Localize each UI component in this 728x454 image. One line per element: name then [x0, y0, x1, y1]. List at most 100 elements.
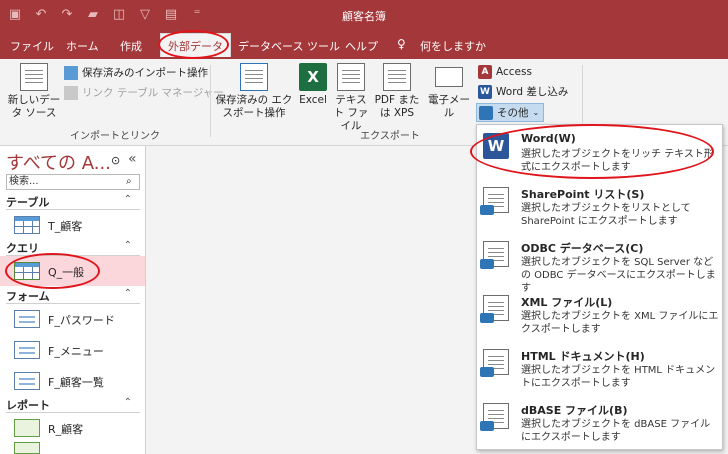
form-icon: [14, 372, 40, 390]
email-export-button[interactable]: 電子メール: [424, 63, 474, 120]
export-group-label: エクスポート: [360, 131, 420, 142]
form-icon: [14, 310, 40, 328]
navigation-pane: すべての A... ⊙ « 検索... ⌕ テーブル ⌃ T_顧客 クエリ ⌃ …: [0, 146, 146, 454]
chevron-down-icon: ⌄: [532, 108, 540, 117]
new-data-source-button[interactable]: 新しいデータ ソース: [6, 63, 62, 120]
lightbulb-icon: ♀: [397, 37, 406, 51]
menu-item-dbase[interactable]: dBASE ファイル(B) 選択したオブジェクトを dBASE ファイルにエクス…: [477, 397, 722, 449]
word-merge-label: Word 差し込み: [496, 86, 569, 98]
tab-help[interactable]: ヘルプ: [345, 38, 378, 54]
access-icon: A: [478, 65, 492, 79]
nav-item-r-customer[interactable]: R_顧客: [0, 413, 145, 443]
menu-item-description: 選択したオブジェクトを dBASE ファイルにエクスポートします: [521, 419, 711, 443]
nav-menu-icon[interactable]: ⊙: [111, 154, 120, 167]
menu-item-title: dBASE ファイル(B): [521, 404, 628, 417]
title-bar: ▣ ↶ ↷ ▰ ◫ ▽ ▤ ⁼ 顧客名簿: [0, 0, 728, 31]
report-icon: [14, 419, 40, 437]
ribbon-tab-bar: ファイル ホーム 作成 外部データ データベース ツール ヘルプ ♀ 何をします…: [0, 31, 728, 59]
email-icon: [435, 67, 463, 87]
linked-table-manager-label: リンク テーブル マネージャー: [82, 87, 224, 99]
window-title: 顧客名簿: [342, 10, 386, 23]
saved-imports-button[interactable]: 保存済みのインポート操作: [64, 65, 208, 80]
nav-item-label: F_顧客一覧: [48, 376, 104, 389]
form-icon: [14, 341, 40, 359]
access-label: Access: [496, 66, 532, 78]
access-export-button[interactable]: A Access: [478, 65, 532, 79]
search-icon[interactable]: ⌕: [126, 176, 132, 187]
more-export-label: その他: [497, 107, 529, 119]
nav-item-f-customer-list[interactable]: F_顧客一覧: [0, 366, 145, 396]
email-label: 電子メール: [428, 94, 470, 119]
odbc-database-icon: [480, 241, 509, 269]
table-icon: [14, 216, 40, 234]
import-group-label: インポートとリンク: [70, 131, 160, 142]
sharepoint-list-icon: [480, 187, 509, 215]
tab-create[interactable]: 作成: [120, 38, 142, 54]
menu-item-description: 選択したオブジェクトをリストとして SharePoint にエクスポートします: [521, 203, 691, 227]
linked-table-manager-icon: [64, 85, 78, 100]
new-data-source-label: 新しいデータ ソース: [7, 94, 61, 119]
nav-item-f-password[interactable]: F_パスワード: [0, 304, 145, 334]
html-document-icon: [480, 349, 509, 377]
pdf-icon: [383, 63, 411, 91]
menu-item-xml[interactable]: XML ファイル(L) 選択したオブジェクトを XML ファイルにエクスポートし…: [477, 289, 722, 341]
word-merge-button[interactable]: W Word 差し込み: [478, 84, 568, 99]
menu-item-title: HTML ドキュメント(H): [521, 350, 645, 363]
pdf-xps-label: PDF または XPS: [374, 94, 420, 119]
nav-item-f-menu[interactable]: F_メニュー: [0, 335, 145, 365]
nav-item-partial[interactable]: [0, 442, 145, 454]
nav-item-label: F_メニュー: [48, 345, 104, 358]
nav-group-reports[interactable]: レポート ⌃: [6, 397, 140, 413]
report-icon: [14, 442, 40, 454]
nav-group-label: クエリ: [6, 242, 39, 255]
nav-group-tables[interactable]: テーブル ⌃: [6, 194, 140, 210]
more-export-button[interactable]: その他 ⌄: [476, 103, 545, 122]
nav-pane-title[interactable]: すべての A...: [6, 149, 111, 175]
nav-group-label: レポート: [6, 399, 50, 412]
tab-home[interactable]: ホーム: [66, 38, 99, 54]
new-data-source-icon: [20, 63, 48, 91]
menu-item-html[interactable]: HTML ドキュメント(H) 選択したオブジェクトを HTML ドキュメントにエ…: [477, 343, 722, 395]
pdf-xps-export-button[interactable]: PDF または XPS: [370, 63, 424, 120]
excel-label: Excel: [299, 94, 327, 106]
more-export-icon: [479, 105, 493, 120]
saved-exports-icon: [240, 63, 268, 91]
chevron-up-icon: ⌃: [123, 194, 132, 205]
tell-me-search[interactable]: 何をしますか: [420, 38, 486, 54]
nav-item-t-customer[interactable]: T_顧客: [0, 210, 145, 240]
tab-file[interactable]: ファイル: [10, 38, 54, 54]
word-merge-icon: W: [478, 84, 492, 99]
dbase-file-icon: [480, 403, 509, 431]
chevron-up-icon: ⌃: [123, 397, 132, 408]
menu-item-description: 選択したオブジェクトを XML ファイルにエクスポートします: [521, 311, 719, 335]
xml-file-icon: [480, 295, 509, 323]
highlight-ellipse-word: [470, 124, 714, 179]
highlight-ellipse-query: [5, 253, 100, 289]
nav-group-queries[interactable]: クエリ ⌃: [6, 240, 140, 256]
nav-item-label: T_顧客: [48, 220, 83, 233]
text-file-icon: [337, 63, 365, 91]
linked-table-manager-button[interactable]: リンク テーブル マネージャー: [64, 85, 224, 100]
saved-exports-button[interactable]: 保存済みの エクスポート操作: [215, 63, 293, 120]
highlight-ellipse-tab: [158, 30, 229, 59]
menu-item-title: SharePoint リスト(S): [521, 188, 645, 201]
nav-group-label: テーブル: [6, 196, 50, 209]
menu-item-title: XML ファイル(L): [521, 296, 613, 309]
menu-item-description: 選択したオブジェクトを HTML ドキュメントにエクスポートします: [521, 365, 716, 389]
menu-item-sharepoint[interactable]: SharePoint リスト(S) 選択したオブジェクトをリストとして Shar…: [477, 181, 722, 233]
excel-export-button[interactable]: X Excel: [296, 63, 330, 107]
nav-item-label: R_顧客: [48, 423, 84, 436]
menu-item-odbc[interactable]: ODBC データベース(C) 選択したオブジェクトを SQL Server など…: [477, 235, 722, 294]
nav-search-input[interactable]: 検索...: [6, 174, 140, 190]
tab-database-tools[interactable]: データベース ツール: [238, 38, 340, 54]
nav-group-forms[interactable]: フォーム ⌃: [6, 288, 140, 304]
saved-imports-icon: [64, 65, 78, 80]
text-file-export-button[interactable]: テキスト ファイル: [332, 63, 370, 133]
nav-group-label: フォーム: [6, 290, 50, 303]
collapse-pane-icon[interactable]: «: [128, 151, 137, 167]
nav-item-label: F_パスワード: [48, 314, 115, 327]
saved-imports-label: 保存済みのインポート操作: [82, 67, 208, 79]
group-divider: [210, 65, 211, 137]
chevron-up-icon: ⌃: [123, 240, 132, 251]
chevron-up-icon: ⌃: [123, 288, 132, 299]
